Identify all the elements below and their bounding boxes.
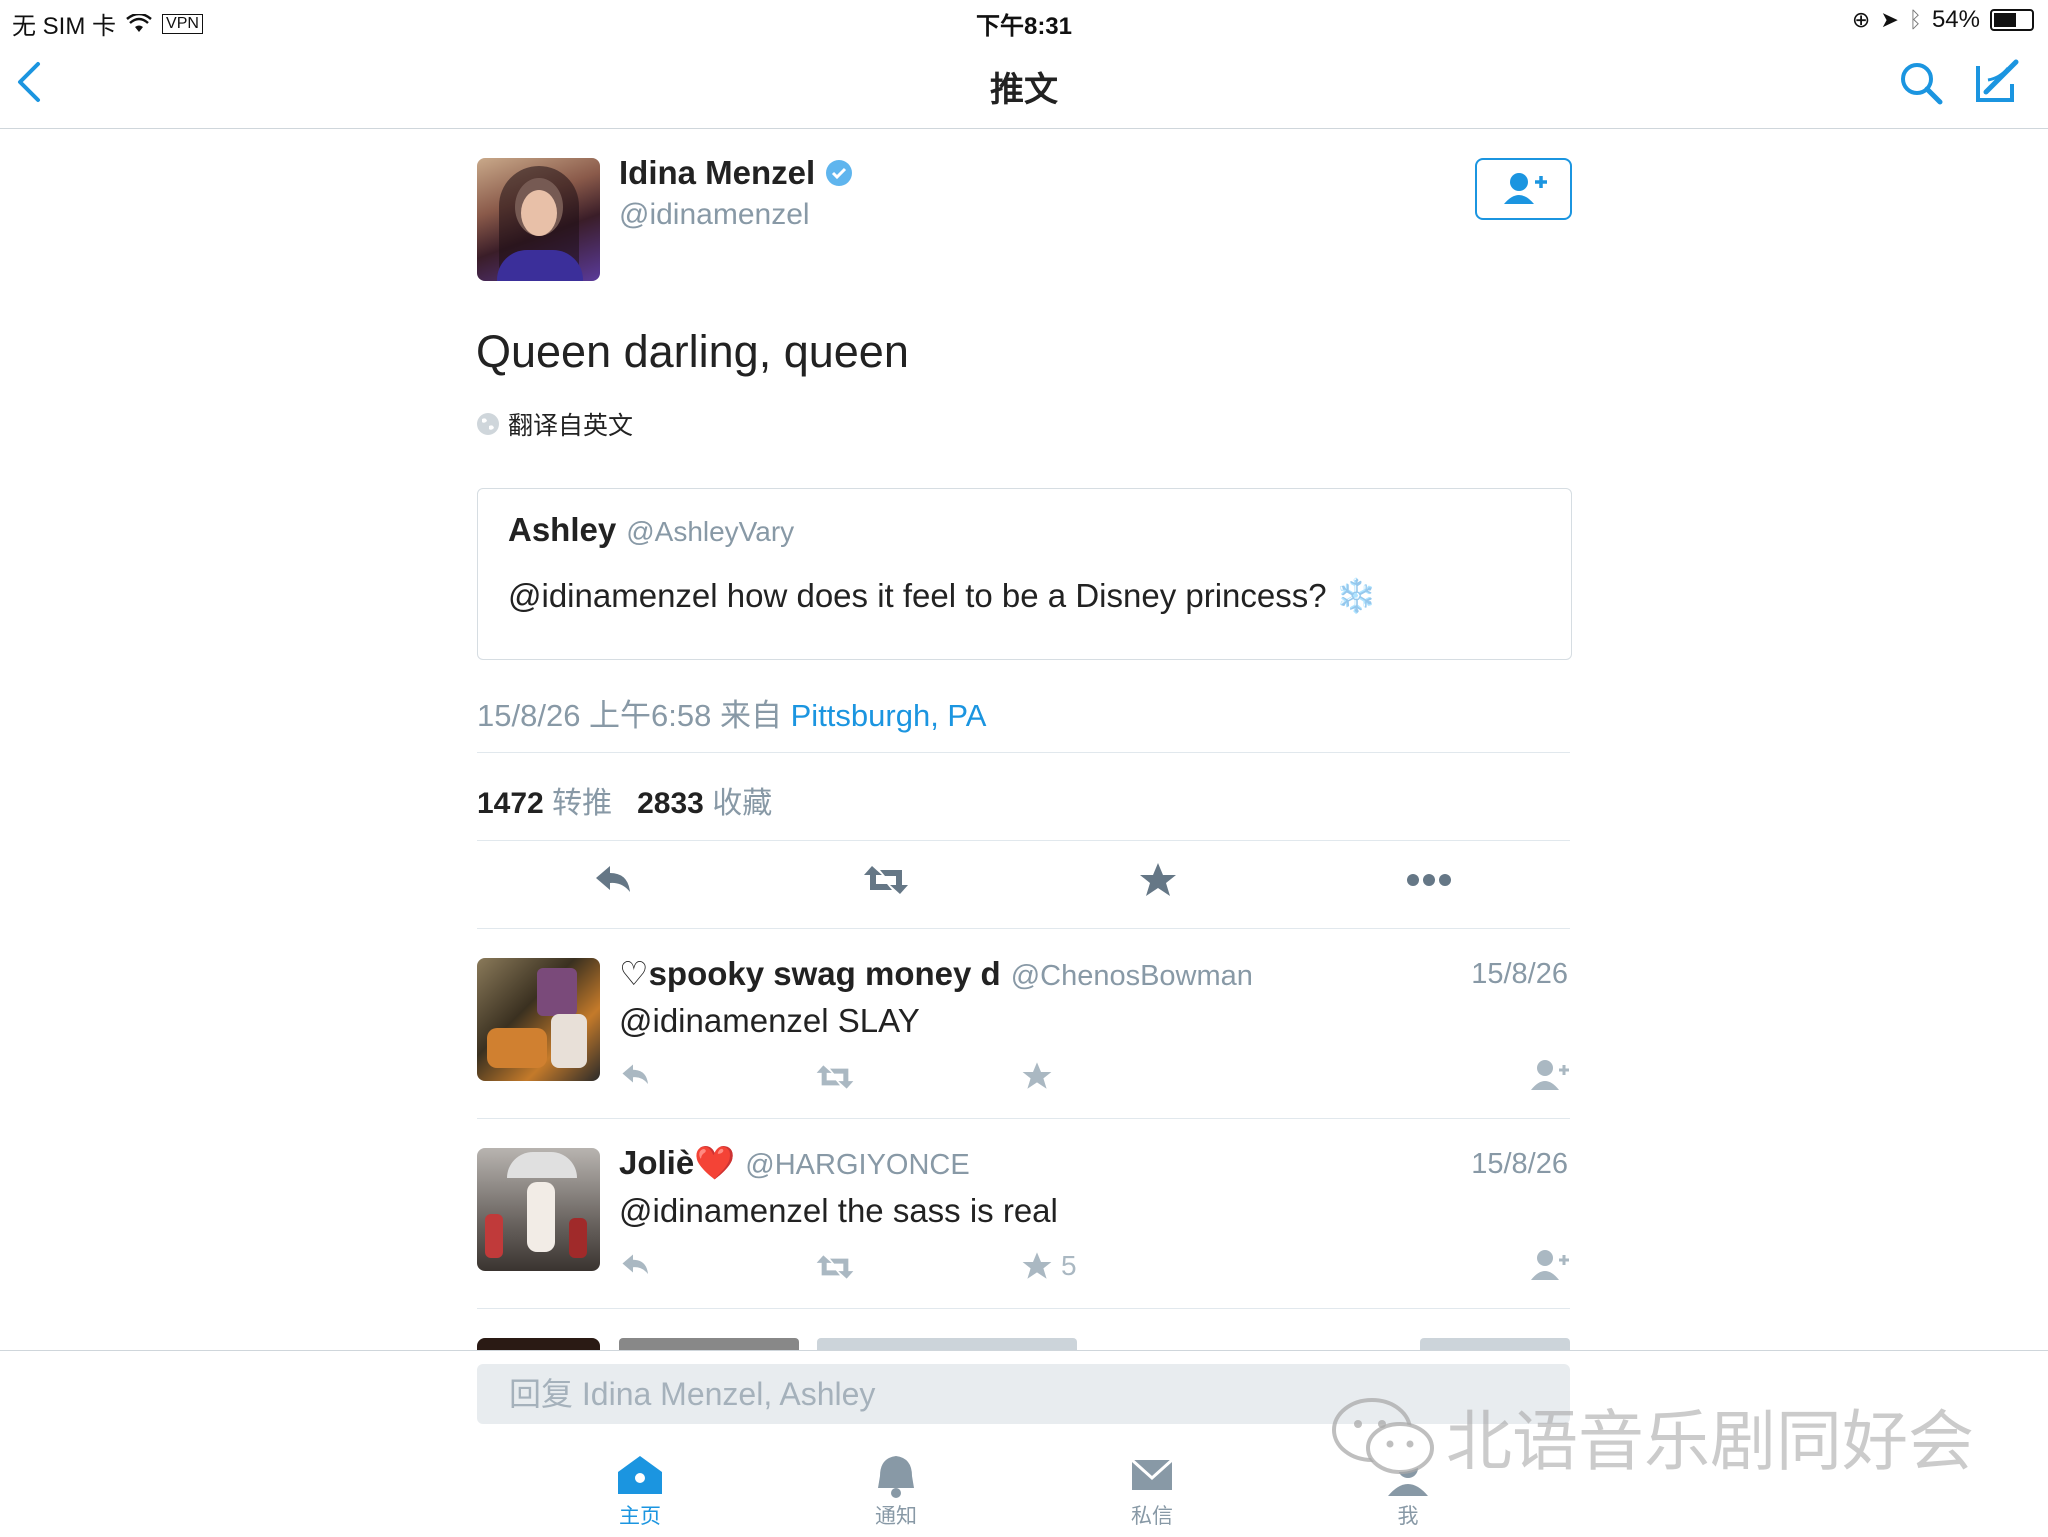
status-right: ⊕ ➤ ᛒ 54%: [1852, 6, 2034, 34]
author-name-row: Idina Menzel: [619, 154, 853, 192]
tweet-stats: 1472 转推 2833 收藏: [477, 778, 772, 822]
star-icon: [1022, 1062, 1052, 1089]
retweets-label: 转推: [552, 787, 613, 820]
retweet-icon: [816, 1065, 854, 1089]
quoted-text: @idinamenzel how does it feel to be a Di…: [508, 577, 1377, 614]
battery-percent: 54%: [1931, 6, 1980, 33]
tab-messages-label: 私信: [1131, 1505, 1173, 1528]
quoted-author-name: Ashley: [508, 511, 617, 548]
reply-author-row: Joliè❤️ @HARGIYONCE: [619, 1144, 970, 1183]
quoted-author-row: Ashley @AshleyVary: [508, 511, 794, 549]
retweets-stat[interactable]: 1472 转推: [477, 787, 612, 820]
bluetooth-icon: ᛒ: [1908, 7, 1922, 32]
status-bar: 无 SIM 卡 VPN 下午8:31 ⊕ ➤ ᛒ 54%: [0, 0, 2048, 40]
reply-icon: [596, 866, 630, 892]
compose-button[interactable]: [1972, 58, 2022, 108]
reply-author-handle: @HARGIYONCE: [745, 1149, 970, 1181]
retweet-action-button[interactable]: [862, 862, 912, 912]
bell-icon: [878, 1456, 914, 1498]
favorites-stat[interactable]: 2833 收藏: [637, 787, 772, 820]
location-arrow-icon: ➤: [1880, 7, 1899, 32]
quoted-author-handle: @AshleyVary: [626, 516, 795, 547]
reply-author-handle: @ChenosBowman: [1010, 960, 1253, 992]
tab-notifications[interactable]: 通知: [836, 1452, 956, 1530]
reply-tweet[interactable]: ♡spooky swag money d @ChenosBowman 15/8/…: [477, 928, 1570, 1118]
reply-favorite-button[interactable]: 5: [1021, 1250, 1077, 1282]
retweet-icon: [816, 1255, 854, 1279]
reply-author-name[interactable]: ♡spooky swag money d: [619, 954, 1001, 993]
add-user-icon: [1531, 1060, 1569, 1090]
add-user-icon: [1531, 1250, 1569, 1280]
more-dots-icon: [1407, 874, 1451, 886]
reply-favorite-count: 5: [1061, 1250, 1077, 1281]
reply-author-name[interactable]: Joliè❤️: [619, 1144, 735, 1183]
add-user-icon: [1504, 173, 1547, 204]
tweet-timestamp: 15/8/26 上午6:58 来自 Pittsburgh, PA: [477, 690, 986, 735]
reply-text: @idinamenzel SLAY: [619, 1002, 920, 1039]
navigation-bar: 推文: [0, 40, 2048, 129]
reply-text: @idinamenzel the sass is real: [619, 1192, 1058, 1229]
tab-home[interactable]: 主页: [580, 1452, 700, 1530]
reply-author-row: ♡spooky swag money d @ChenosBowman: [619, 954, 1253, 993]
reply-date: 15/8/26: [1471, 1148, 1568, 1180]
reply-follow-button[interactable]: [1529, 1248, 1571, 1287]
favorites-label: 收藏: [712, 787, 773, 820]
globe-icon: [477, 413, 499, 435]
reply-reply-button[interactable]: [619, 1250, 653, 1285]
mail-icon: [1130, 1458, 1174, 1490]
retweet-icon: [864, 866, 908, 894]
author-avatar[interactable]: [477, 158, 600, 281]
reply-retweet-button[interactable]: [815, 1252, 855, 1287]
page-title: 推文: [990, 71, 1058, 109]
reply-tweet[interactable]: Joliè❤️ @HARGIYONCE 15/8/26 @idinamenzel…: [477, 1118, 1570, 1308]
reply-icon: [622, 1064, 648, 1084]
reply-follow-button[interactable]: [1529, 1058, 1571, 1097]
search-icon: [1901, 63, 1943, 105]
author-handle: @idinamenzel: [619, 198, 810, 231]
compose-icon: [1976, 59, 2019, 102]
tweet-text: Queen darling, queen: [476, 326, 909, 377]
reply-favorite-button[interactable]: [1021, 1060, 1061, 1092]
reply-retweet-button[interactable]: [815, 1062, 855, 1097]
reply-avatar[interactable]: [477, 1148, 600, 1271]
rotation-lock-icon: ⊕: [1851, 7, 1871, 32]
reply-action-button[interactable]: [592, 860, 642, 910]
home-icon: [618, 1456, 662, 1494]
search-button[interactable]: [1898, 60, 1946, 108]
divider: [477, 1308, 1570, 1309]
author-name[interactable]: Idina Menzel: [619, 154, 815, 192]
divider: [477, 840, 1570, 841]
reply-reply-button[interactable]: [619, 1060, 653, 1095]
favorite-action-button[interactable]: [1138, 860, 1188, 910]
retweets-count: 1472: [477, 787, 544, 820]
tab-me-label: 我: [1397, 1505, 1419, 1528]
battery-icon: [1990, 9, 2034, 31]
tab-messages[interactable]: 私信: [1092, 1452, 1212, 1530]
star-icon: [1022, 1252, 1052, 1279]
location-link[interactable]: Pittsburgh, PA: [791, 698, 987, 733]
tab-home-label: 主页: [619, 1505, 661, 1528]
follow-button[interactable]: [1475, 158, 1572, 220]
reply-date: 15/8/26: [1471, 958, 1568, 990]
favorites-count: 2833: [637, 787, 704, 820]
divider: [477, 752, 1570, 753]
reply-tweet-partial[interactable]: [477, 1338, 1570, 1350]
watermark: 北语音乐剧同好会: [1330, 1388, 1974, 1484]
translate-label: 翻译自英文: [508, 412, 634, 440]
watermark-text: 北语音乐剧同好会: [1446, 1403, 1974, 1480]
more-action-button[interactable]: [1406, 870, 1456, 900]
verified-badge-icon: [826, 160, 853, 186]
reply-avatar[interactable]: [477, 958, 600, 1081]
quoted-tweet[interactable]: Ashley @AshleyVary @idinamenzel how does…: [477, 488, 1572, 660]
star-icon: [1140, 863, 1176, 896]
tweet-date: 15/8/26 上午6:58 来自: [477, 698, 782, 733]
status-time: 下午8:31: [975, 13, 1073, 40]
tab-notifications-label: 通知: [875, 1505, 917, 1528]
wechat-logo-icon: [1332, 1398, 1434, 1474]
translate-link[interactable]: 翻译自英文: [476, 406, 633, 442]
reply-icon: [622, 1254, 648, 1274]
